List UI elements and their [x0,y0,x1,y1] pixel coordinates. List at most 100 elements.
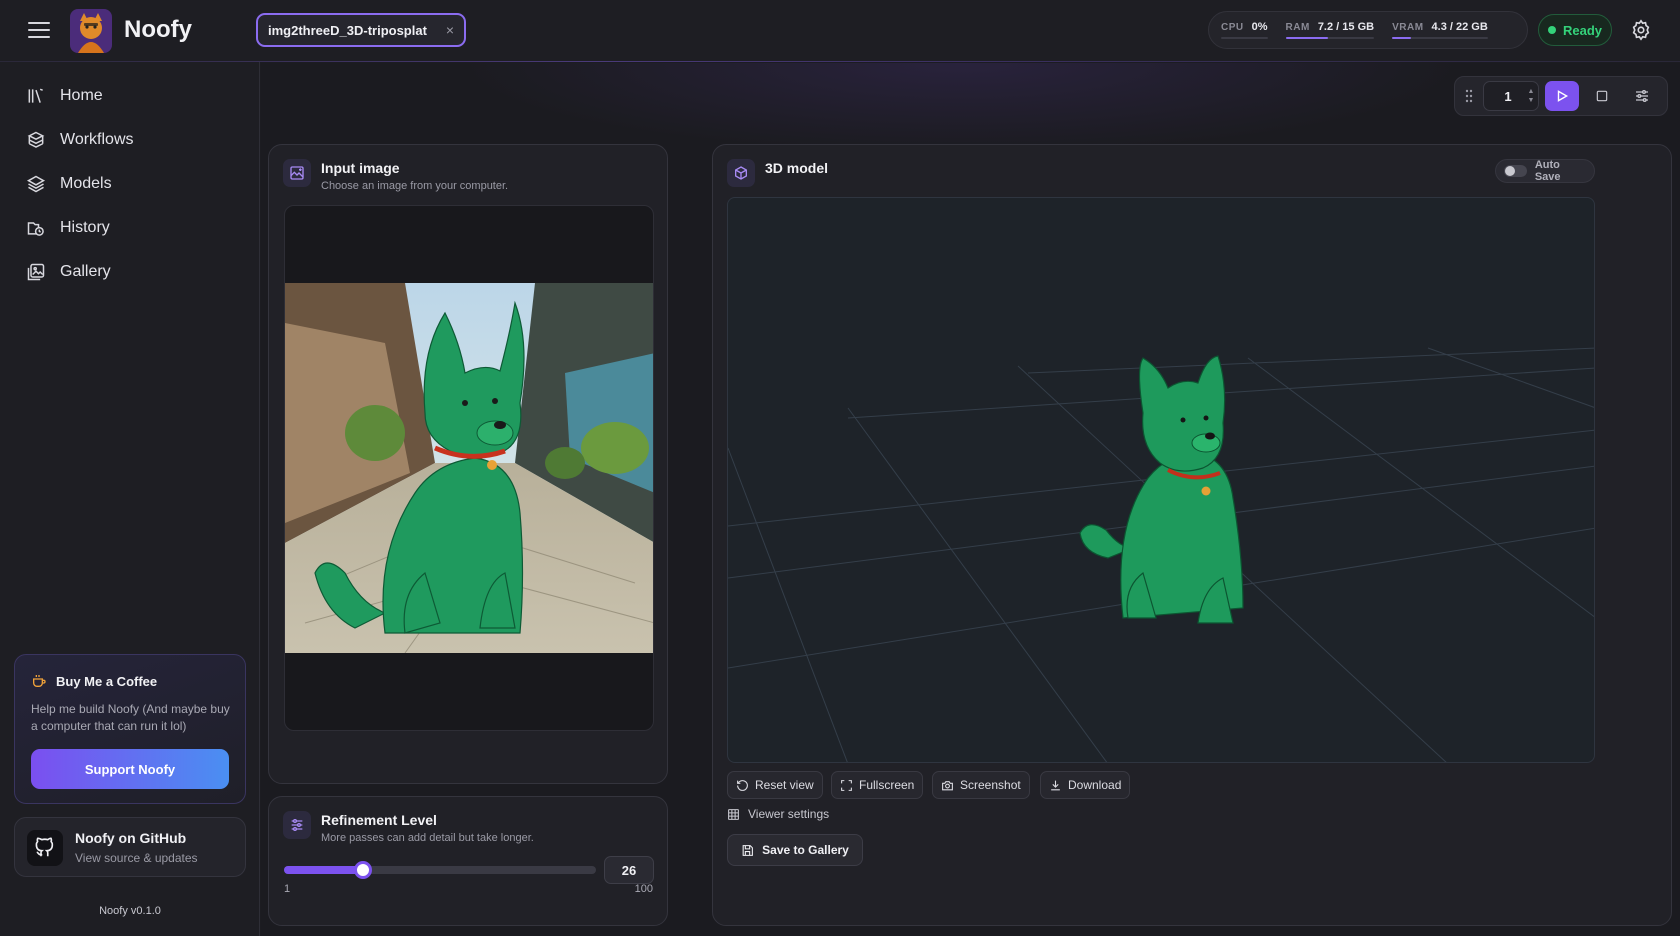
reset-view-label: Reset view [755,778,814,792]
gallery-icon [27,263,45,281]
toggle-switch[interactable] [1504,165,1527,177]
menu-icon[interactable] [28,22,50,40]
sidebar-item-home[interactable]: Home [16,76,244,116]
sidebar-item-label: Gallery [60,263,111,280]
github-title: Noofy on GitHub [75,830,187,846]
system-stats: CPU 0% RAM 7.2 / 15 GB VRAM 4.3 / 22 GB [1208,11,1528,49]
vram-value: 4.3 / 22 GB [1431,21,1488,33]
library-icon [28,88,43,103]
sliders-icon [1636,90,1648,102]
stepper-arrows-icon[interactable]: ▲ ▼ [1524,87,1538,105]
panel-subtitle: Choose an image from your computer. [321,180,509,192]
cpu-bar [1221,37,1268,39]
stop-icon [1596,90,1608,102]
slider-fill [284,866,363,874]
app-logo [70,9,112,53]
sidebar-item-workflows[interactable]: Workflows [16,120,244,160]
viewer-settings-toggle[interactable]: Viewer settings [727,807,829,821]
download-button[interactable]: Download [1040,771,1131,799]
ram-bar [1285,37,1375,39]
drag-handle-icon[interactable] [1461,86,1477,106]
panel-title: Input image [321,160,400,176]
screenshot-label: Screenshot [960,778,1021,792]
camera-icon [942,780,953,790]
panel-title: Refinement Level [321,812,437,828]
sliders-icon [283,811,311,839]
vram-label: VRAM [1392,22,1424,33]
status-label: Ready [1562,22,1603,38]
download-icon [1051,780,1060,790]
sidebar-item-gallery[interactable]: Gallery [16,252,244,292]
auto-save-toggle[interactable]: Auto Save [1495,159,1595,183]
app-version: Noofy v0.1.0 [99,905,161,917]
status-dot [1547,26,1556,34]
support-button[interactable]: Support Noofy [31,749,229,789]
status-badge: Ready [1538,14,1612,46]
cpu-stat: CPU 0% [1221,17,1268,43]
screenshot-button[interactable]: Screenshot [932,771,1030,799]
batch-count-value: 1 [1504,88,1512,104]
run-toolbar: 1 ▲ ▼ [1454,76,1668,116]
reset-icon [737,779,748,791]
refinement-slider[interactable] [284,861,596,879]
refinement-value-input[interactable]: 26 [604,856,654,884]
batch-count-stepper[interactable]: 1 ▲ ▼ [1483,81,1539,111]
panel-title: 3D model [765,160,829,176]
download-label: Download [1068,778,1122,792]
fullscreen-label: Fullscreen [859,778,915,792]
3d-viewer[interactable] [727,197,1595,763]
save-to-gallery-label: Save to Gallery [762,843,849,857]
stop-button[interactable] [1585,81,1619,111]
options-button[interactable] [1625,81,1659,111]
github-subtitle: View source & updates [75,851,198,865]
github-card[interactable]: Noofy on GitHub View source & updates [14,817,246,877]
reset-view-button[interactable]: Reset view [727,771,823,799]
fullscreen-button[interactable]: Fullscreen [831,771,924,799]
cpu-value: 0% [1251,21,1268,33]
save-icon [742,844,754,856]
model-panel: 3D model Auto Save Reset view Fullscreen… [712,144,1672,926]
layers-icon [26,175,46,193]
sidebar-item-label: History [60,219,110,236]
vram-bar-fill [1392,37,1412,39]
cube-icon [727,159,755,187]
run-button[interactable] [1545,81,1579,111]
save-to-gallery-button[interactable]: Save to Gallery [727,834,863,866]
top-bar: Noofy img2threeD_3D-triposplat × CPU 0% R… [0,0,1680,62]
grid-icon [728,808,739,820]
ram-bar-fill [1285,37,1329,39]
coffee-card: Buy Me a Coffee Help me build Noofy (And… [14,654,246,804]
coffee-title-label: Buy Me a Coffee [56,673,158,689]
history-icon [27,222,44,236]
coffee-description: Help me build Noofy (And maybe buy a com… [31,702,230,733]
viewer-settings-label: Viewer settings [748,807,830,821]
sidebar-item-label: Workflows [60,131,134,148]
coffee-icon [33,675,46,687]
image-dropzone[interactable] [284,205,654,731]
sidebar-item-label: Home [60,87,103,104]
ram-label: RAM [1285,22,1310,33]
cpu-label: CPU [1221,22,1244,33]
fullscreen-icon [841,779,852,791]
slider-min-label: 1 [284,883,291,895]
workflow-tab-label: img2threeD_3D-triposplat [268,22,427,38]
sidebar: Home Workflows Models History Gallery Bu… [0,62,260,936]
image-add-icon [283,159,311,187]
sidebar-item-models[interactable]: Models [16,164,244,204]
coffee-title: Buy Me a Coffee [31,673,157,689]
panel-subtitle: More passes can add detail but take long… [321,832,534,844]
ram-value: 7.2 / 15 GB [1317,21,1375,33]
slider-max-label: 100 [634,883,653,895]
refinement-panel: Refinement Level More passes can add det… [268,796,668,926]
input-image [285,283,653,653]
sidebar-item-history[interactable]: History [16,208,244,248]
slider-thumb[interactable] [353,861,372,879]
ram-stat: RAM 7.2 / 15 GB [1285,17,1375,43]
play-icon [1557,90,1569,102]
gear-icon[interactable] [1630,19,1652,41]
close-icon[interactable]: × [446,22,454,38]
workflows-icon [27,131,45,148]
vram-stat: VRAM 4.3 / 22 GB [1392,17,1488,43]
github-icon [27,830,63,866]
workflow-tab[interactable]: img2threeD_3D-triposplat × [256,13,466,47]
